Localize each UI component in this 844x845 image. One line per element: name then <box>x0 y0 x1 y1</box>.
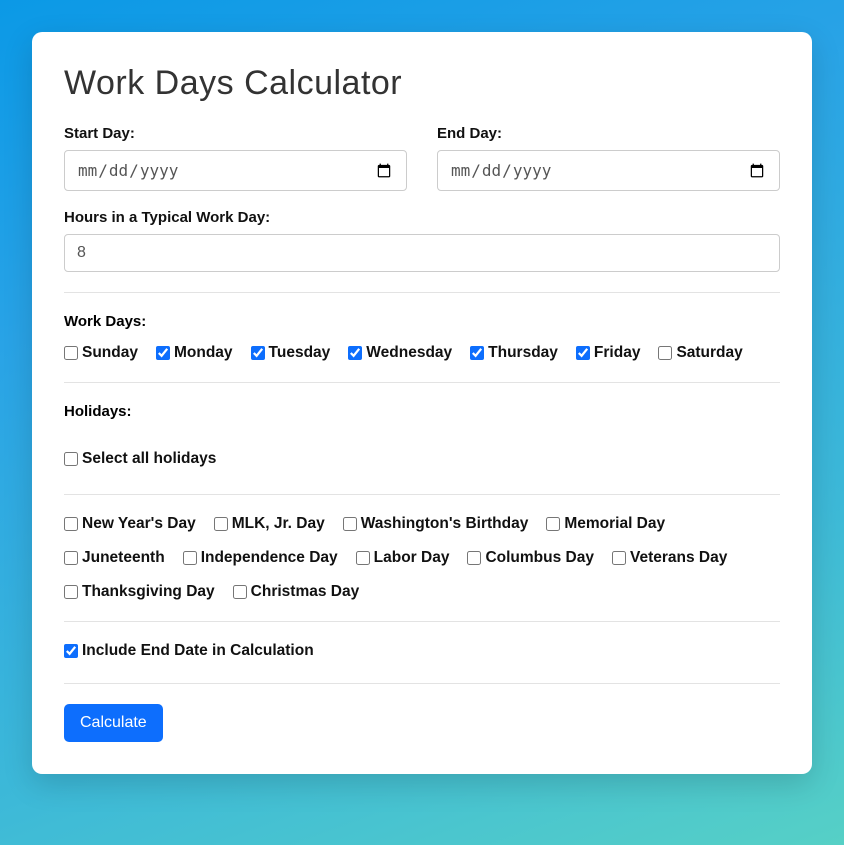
holiday-label: Independence Day <box>201 549 338 567</box>
workday-checkbox-thursday[interactable] <box>470 346 484 360</box>
holiday-checkbox-independence-day[interactable] <box>183 551 197 565</box>
divider <box>64 683 780 684</box>
hours-label: Hours in a Typical Work Day: <box>64 209 780 226</box>
start-day-field: Start Day: <box>64 125 407 191</box>
workday-checkbox-monday[interactable] <box>156 346 170 360</box>
holiday-option-labor-day[interactable]: Labor Day <box>356 549 450 567</box>
holiday-label: MLK, Jr. Day <box>232 515 325 533</box>
select-all-holidays[interactable]: Select all holidays <box>64 450 216 468</box>
holiday-option-washington-s-birthday[interactable]: Washington's Birthday <box>343 515 529 533</box>
workday-checkbox-sunday[interactable] <box>64 346 78 360</box>
holiday-checkbox-mlk-jr-day[interactable] <box>214 517 228 531</box>
holidays-label: Holidays: <box>64 403 780 420</box>
holiday-option-independence-day[interactable]: Independence Day <box>183 549 338 567</box>
end-day-input[interactable] <box>437 150 780 191</box>
holiday-checkbox-columbus-day[interactable] <box>467 551 481 565</box>
workday-label: Saturday <box>676 344 742 362</box>
holiday-label: New Year's Day <box>82 515 196 533</box>
holiday-checkbox-new-year-s-day[interactable] <box>64 517 78 531</box>
holiday-checkbox-veterans-day[interactable] <box>612 551 626 565</box>
holidays-row: New Year's Day MLK, Jr. Day Washington's B… <box>64 515 780 601</box>
workday-label: Tuesday <box>269 344 331 362</box>
holiday-label: Labor Day <box>374 549 450 567</box>
workday-option-tuesday[interactable]: Tuesday <box>251 344 331 362</box>
workday-option-saturday[interactable]: Saturday <box>658 344 742 362</box>
workday-checkbox-friday[interactable] <box>576 346 590 360</box>
holiday-label: Veterans Day <box>630 549 727 567</box>
divider <box>64 494 780 495</box>
holiday-label: Memorial Day <box>564 515 665 533</box>
workday-checkbox-tuesday[interactable] <box>251 346 265 360</box>
workday-label: Monday <box>174 344 233 362</box>
holiday-option-juneteenth[interactable]: Juneteenth <box>64 549 165 567</box>
include-end-checkbox[interactable] <box>64 644 78 658</box>
workday-label: Wednesday <box>366 344 452 362</box>
date-row: Start Day: End Day: <box>64 125 780 191</box>
start-day-label: Start Day: <box>64 125 407 142</box>
holiday-option-christmas-day[interactable]: Christmas Day <box>233 583 360 601</box>
calculator-card: Work Days Calculator Start Day: End Day:… <box>32 32 812 774</box>
divider <box>64 621 780 622</box>
workday-option-friday[interactable]: Friday <box>576 344 641 362</box>
workday-option-sunday[interactable]: Sunday <box>64 344 138 362</box>
holiday-option-memorial-day[interactable]: Memorial Day <box>546 515 665 533</box>
end-day-label: End Day: <box>437 125 780 142</box>
calculate-button[interactable]: Calculate <box>64 704 163 742</box>
include-end-label: Include End Date in Calculation <box>82 642 314 660</box>
holiday-label: Columbus Day <box>485 549 594 567</box>
holiday-label: Washington's Birthday <box>361 515 529 533</box>
workday-checkbox-wednesday[interactable] <box>348 346 362 360</box>
workday-option-thursday[interactable]: Thursday <box>470 344 558 362</box>
holiday-checkbox-memorial-day[interactable] <box>546 517 560 531</box>
select-all-label: Select all holidays <box>82 450 216 468</box>
workday-option-monday[interactable]: Monday <box>156 344 233 362</box>
hours-input[interactable] <box>64 234 780 272</box>
divider <box>64 382 780 383</box>
holiday-checkbox-christmas-day[interactable] <box>233 585 247 599</box>
workdays-label: Work Days: <box>64 313 780 330</box>
holiday-option-columbus-day[interactable]: Columbus Day <box>467 549 594 567</box>
workdays-row: Sunday Monday Tuesday Wednesday Thursday Frid… <box>64 344 780 362</box>
holiday-label: Thanksgiving Day <box>82 583 215 601</box>
holiday-checkbox-washington-s-birthday[interactable] <box>343 517 357 531</box>
holiday-option-new-year-s-day[interactable]: New Year's Day <box>64 515 196 533</box>
workday-label: Thursday <box>488 344 558 362</box>
holiday-option-mlk-jr-day[interactable]: MLK, Jr. Day <box>214 515 325 533</box>
workday-label: Sunday <box>82 344 138 362</box>
hours-field: Hours in a Typical Work Day: <box>64 209 780 272</box>
holiday-checkbox-labor-day[interactable] <box>356 551 370 565</box>
end-day-field: End Day: <box>437 125 780 191</box>
holiday-label: Christmas Day <box>251 583 360 601</box>
divider <box>64 292 780 293</box>
holiday-option-veterans-day[interactable]: Veterans Day <box>612 549 727 567</box>
select-all-checkbox[interactable] <box>64 452 78 466</box>
include-end-option[interactable]: Include End Date in Calculation <box>64 642 314 660</box>
workday-checkbox-saturday[interactable] <box>658 346 672 360</box>
start-day-input[interactable] <box>64 150 407 191</box>
page-title: Work Days Calculator <box>64 64 780 103</box>
workday-option-wednesday[interactable]: Wednesday <box>348 344 452 362</box>
holiday-checkbox-thanksgiving-day[interactable] <box>64 585 78 599</box>
holiday-checkbox-juneteenth[interactable] <box>64 551 78 565</box>
workday-label: Friday <box>594 344 641 362</box>
holiday-label: Juneteenth <box>82 549 165 567</box>
holiday-option-thanksgiving-day[interactable]: Thanksgiving Day <box>64 583 215 601</box>
